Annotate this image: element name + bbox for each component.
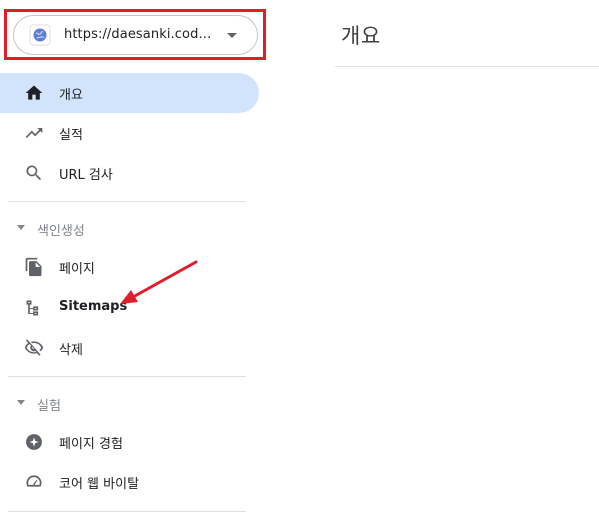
speed-gauge-icon: [26, 475, 42, 487]
divider: [8, 201, 246, 202]
nav-item-label: 실적: [59, 128, 83, 143]
property-url: https://daesanki.cod…: [64, 27, 212, 42]
section-header-label: 실험: [37, 399, 61, 414]
section-header-indexing[interactable]: 색인생성: [0, 213, 259, 243]
sitemap-icon: [26, 300, 39, 316]
page-title: 개요: [341, 24, 381, 48]
section-header-experience[interactable]: 실험: [0, 388, 259, 418]
caret-down-icon: [17, 225, 25, 230]
chevron-down-icon: [227, 33, 237, 38]
nav-item-page-experience[interactable]: 페이지 경험: [0, 422, 259, 462]
nav-item-label: 코어 웹 바이탈: [59, 477, 140, 492]
section-header-label: 색인생성: [37, 224, 85, 239]
nav-item-pages[interactable]: 페이지: [0, 247, 259, 287]
globe-icon: [29, 24, 51, 46]
main-header: 개요: [335, 0, 599, 67]
nav-item-label: 페이지: [59, 262, 95, 277]
search-icon: [26, 165, 42, 181]
nav-item-label: URL 검사: [59, 168, 113, 183]
home-icon: [25, 85, 43, 100]
property-selector[interactable]: https://daesanki.cod…: [13, 15, 258, 55]
visibility-off-icon: [24, 339, 44, 356]
trending-up-icon: [25, 128, 43, 138]
page-experience-icon: [26, 434, 42, 450]
nav-item-overview[interactable]: 개요: [0, 73, 259, 113]
nav-item-label: 페이지 경험: [59, 437, 123, 452]
nav-item-label: 삭제: [59, 343, 83, 358]
divider: [8, 511, 246, 512]
nav-item-performance[interactable]: 실적: [0, 113, 259, 153]
nav-item-core-web-vitals[interactable]: 코어 웹 바이탈: [0, 462, 259, 502]
sidebar: https://daesanki.cod… 개요 실적 URL 검사 색인생성 …: [0, 0, 275, 522]
nav-item-label: 개요: [59, 88, 83, 103]
nav-item-removals[interactable]: 삭제: [0, 328, 259, 368]
nav-item-sitemaps[interactable]: Sitemaps: [0, 288, 259, 328]
divider: [8, 376, 246, 377]
nav-item-url-inspection[interactable]: URL 검사: [0, 153, 259, 193]
caret-down-icon: [17, 400, 25, 405]
nav-item-label: Sitemaps: [59, 299, 128, 314]
pages-icon: [25, 257, 42, 277]
